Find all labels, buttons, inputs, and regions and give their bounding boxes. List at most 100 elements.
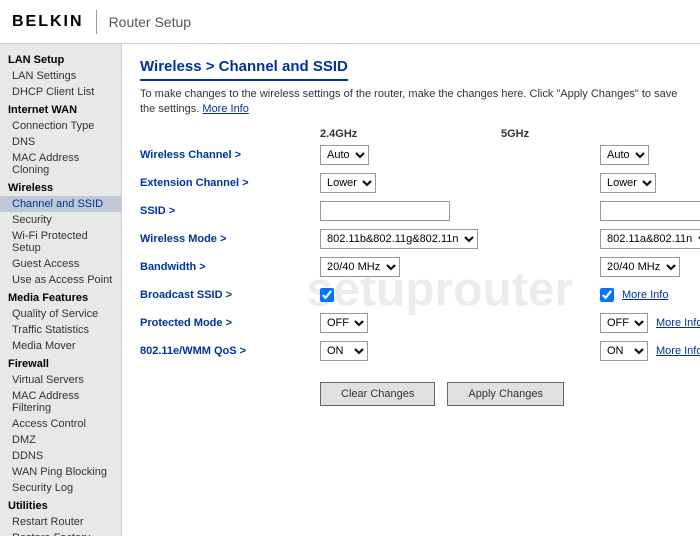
sidebar-item-guest-access[interactable]: Guest Access [0, 256, 121, 272]
sidebar-item-connection-type[interactable]: Connection Type [0, 118, 121, 134]
col1-select-6[interactable]: OFFON [320, 313, 368, 333]
col2-group-2 [600, 201, 700, 221]
col2-group-1: LowerUpper [600, 173, 700, 193]
header-divider [96, 10, 97, 34]
settings-area: Wireless > Channel and SSID To make chan… [140, 58, 682, 406]
setting-controls-2 [320, 201, 700, 221]
main-content: setuprouter Wireless > Channel and SSID … [122, 44, 700, 536]
col2-select-7[interactable]: ONOFF [600, 341, 648, 361]
setting-row-7: 802.11e/WMM QoS >ONOFFONOFFMore Info [140, 340, 682, 362]
more-info-link-5[interactable]: More Info [622, 289, 668, 301]
setting-label-5: Broadcast SSID > [140, 289, 320, 301]
setting-controls-1: LowerUpper LowerUpper [320, 173, 700, 193]
settings-rows: Wireless Channel >AutoAutoExtension Chan… [140, 144, 682, 362]
sidebar-item-dhcp-client-list[interactable]: DHCP Client List [0, 84, 121, 100]
col2-group-7: ONOFF More Info [600, 341, 700, 361]
col1-select-1[interactable]: LowerUpper [320, 173, 376, 193]
col2-text-2[interactable] [600, 201, 700, 221]
sidebar-section-wireless: Wireless [0, 178, 121, 196]
sidebar-item-traffic-statistics[interactable]: Traffic Statistics [0, 322, 121, 338]
col2-select-1[interactable]: LowerUpper [600, 173, 656, 193]
col2-select-3[interactable]: 802.11a&802.11n [600, 229, 700, 249]
setting-controls-6: OFFON OFFON More Info [320, 313, 700, 333]
setting-row-4: Bandwidth >20/40 MHz20 MHz20/40 MHz20 MH… [140, 256, 682, 278]
col2-group-5: More Info [600, 288, 700, 302]
sidebar-item-wan-ping-blocking[interactable]: WAN Ping Blocking [0, 464, 121, 480]
setting-controls-7: ONOFF ONOFF More Info [320, 341, 700, 361]
col1-select-3[interactable]: 802.11b&802.11g&802.11n [320, 229, 478, 249]
sidebar-section-media-features: Media Features [0, 288, 121, 306]
sidebar-item-restore-factory-defaults[interactable]: Restore Factory Defaults [0, 530, 121, 536]
setting-row-6: Protected Mode >OFFONOFFONMore Info [140, 312, 682, 334]
col1-text-2[interactable] [320, 201, 450, 221]
col1-group-7: ONOFF [320, 341, 520, 361]
sidebar-section-lan-setup: LAN Setup [0, 50, 121, 68]
setting-row-0: Wireless Channel >AutoAuto [140, 144, 682, 166]
col1-group-3: 802.11b&802.11g&802.11n [320, 229, 520, 249]
setting-row-2: SSID > [140, 200, 682, 222]
button-row: Clear Changes Apply Changes [320, 382, 682, 406]
clear-changes-button[interactable]: Clear Changes [320, 382, 435, 406]
col1-select-4[interactable]: 20/40 MHz20 MHz [320, 257, 400, 277]
col-header-5ghz: 5GHz [501, 128, 682, 140]
col2-checkbox-5[interactable] [600, 288, 614, 302]
description-more-info[interactable]: More Info [202, 103, 248, 115]
col1-group-1: LowerUpper [320, 173, 520, 193]
col2-select-0[interactable]: Auto [600, 145, 649, 165]
sidebar-item-media-mover[interactable]: Media Mover [0, 338, 121, 354]
sidebar-item-dmz[interactable]: DMZ [0, 432, 121, 448]
more-info-link-7[interactable]: More Info [656, 345, 700, 357]
sidebar: LAN SetupLAN SettingsDHCP Client ListInt… [0, 44, 122, 536]
col1-group-4: 20/40 MHz20 MHz [320, 257, 520, 277]
sidebar-item-channel-and-ssid[interactable]: Channel and SSID [0, 196, 121, 212]
col2-select-4[interactable]: 20/40 MHz20 MHz [600, 257, 680, 277]
sidebar-item-lan-settings[interactable]: LAN Settings [0, 68, 121, 84]
sidebar-item-virtual-servers[interactable]: Virtual Servers [0, 372, 121, 388]
description: To make changes to the wireless settings… [140, 87, 682, 118]
sidebar-item-quality-of-service[interactable]: Quality of Service [0, 306, 121, 322]
logo: BELKIN [12, 13, 84, 31]
sidebar-item-access-control[interactable]: Access Control [0, 416, 121, 432]
apply-changes-button[interactable]: Apply Changes [447, 382, 564, 406]
col2-group-3: 802.11a&802.11nMore Info [600, 229, 700, 249]
setting-controls-4: 20/40 MHz20 MHz 20/40 MHz20 MHz [320, 257, 700, 277]
sidebar-item-mac-address-filtering[interactable]: MAC Address Filtering [0, 388, 121, 416]
setting-controls-3: 802.11b&802.11g&802.11n 802.11a&802.11nMo… [320, 229, 700, 249]
col1-select-0[interactable]: Auto [320, 145, 369, 165]
col1-group-2 [320, 201, 520, 221]
setting-label-4: Bandwidth > [140, 261, 320, 273]
col-header-24ghz: 2.4GHz [320, 128, 501, 140]
col1-checkbox-5[interactable] [320, 288, 334, 302]
setting-controls-0: Auto Auto [320, 145, 700, 165]
col1-group-5 [320, 288, 520, 302]
sidebar-item-security-log[interactable]: Security Log [0, 480, 121, 496]
sidebar-item-use-as-access-point[interactable]: Use as Access Point [0, 272, 121, 288]
setting-label-7: 802.11e/WMM QoS > [140, 345, 320, 357]
setting-row-1: Extension Channel >LowerUpperLowerUpper [140, 172, 682, 194]
sidebar-section-internet-wan: Internet WAN [0, 100, 121, 118]
setting-row-5: Broadcast SSID > More Info [140, 284, 682, 306]
sidebar-item-dns[interactable]: DNS [0, 134, 121, 150]
col1-select-7[interactable]: ONOFF [320, 341, 368, 361]
setting-controls-5: More Info [320, 288, 700, 302]
sidebar-item-restart-router[interactable]: Restart Router [0, 514, 121, 530]
setting-label-3: Wireless Mode > [140, 233, 320, 245]
col2-group-4: 20/40 MHz20 MHz [600, 257, 700, 277]
sidebar-section-utilities: Utilities [0, 496, 121, 514]
sidebar-item-wi-fi-protected-setup[interactable]: Wi-Fi Protected Setup [0, 228, 121, 256]
setting-label-0: Wireless Channel > [140, 149, 320, 161]
header-title: Router Setup [109, 14, 192, 30]
col2-select-6[interactable]: OFFON [600, 313, 648, 333]
setting-row-3: Wireless Mode >802.11b&802.11g&802.11n80… [140, 228, 682, 250]
col1-group-6: OFFON [320, 313, 520, 333]
col1-group-0: Auto [320, 145, 520, 165]
sidebar-item-ddns[interactable]: DDNS [0, 448, 121, 464]
sidebar-item-mac-address-cloning[interactable]: MAC Address Cloning [0, 150, 121, 178]
page-title: Wireless > Channel and SSID [140, 58, 348, 81]
col2-group-6: OFFON More Info [600, 313, 700, 333]
setting-label-6: Protected Mode > [140, 317, 320, 329]
col-headers: 2.4GHz 5GHz [320, 128, 682, 140]
setting-label-2: SSID > [140, 205, 320, 217]
more-info-link-6[interactable]: More Info [656, 317, 700, 329]
sidebar-item-security[interactable]: Security [0, 212, 121, 228]
